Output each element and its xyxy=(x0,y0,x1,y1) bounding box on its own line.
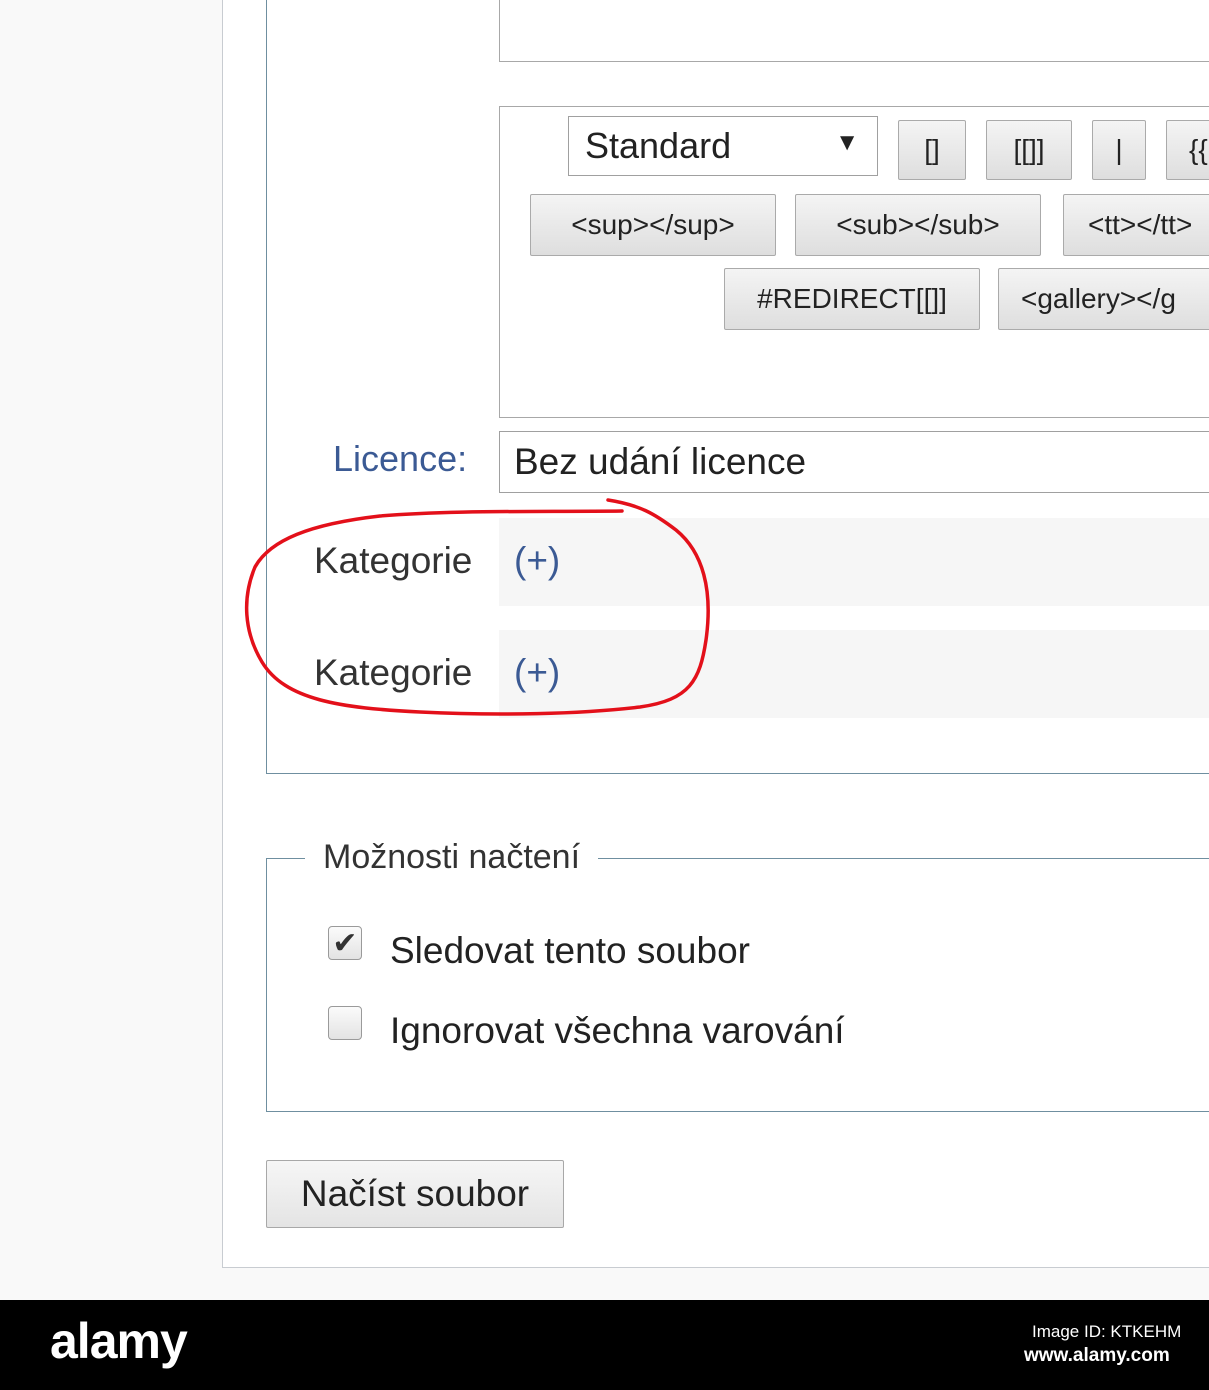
upload-file-button-label: Načíst soubor xyxy=(300,1173,530,1214)
ignore-warnings-label: Ignorovat všechna varování xyxy=(390,1010,845,1051)
upload-file-button[interactable]: Načíst soubor xyxy=(266,1160,564,1228)
upload-options-legend: Možnosti načtení xyxy=(305,838,599,877)
brand-logo: alamy xyxy=(50,1313,188,1369)
checkmark-icon: ✔ xyxy=(332,925,358,961)
site-url-text: www.alamy.com xyxy=(1024,1345,1170,1366)
image-id-text: Image ID: KTKEHM xyxy=(1032,1322,1182,1341)
watch-file-checkbox[interactable]: ✔ xyxy=(328,925,362,961)
upload-options-fieldset xyxy=(266,858,1209,1112)
watch-file-label: Sledovat tento soubor xyxy=(390,930,750,971)
ignore-warnings-checkbox[interactable] xyxy=(328,1006,362,1040)
